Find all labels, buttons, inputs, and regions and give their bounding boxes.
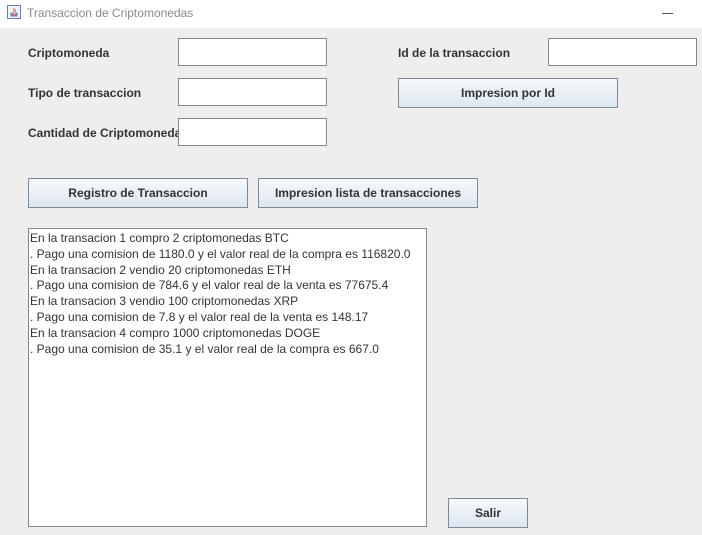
output-line: . Pago una comision de 35.1 y el valor r…: [30, 341, 379, 356]
output-line: En la transacion 1 compro 2 criptomoneda…: [30, 231, 289, 245]
salir-button[interactable]: Salir: [448, 498, 528, 528]
cantidad-criptomoneda-field[interactable]: [178, 118, 327, 146]
tipo-transaccion-label: Tipo de transaccion: [28, 86, 142, 100]
output-line: . Pago una comision de 7.8 y el valor re…: [30, 309, 369, 324]
output-line: En la transacion 3 vendio 100 criptomone…: [30, 294, 299, 309]
criptomoneda-label: Criptomoneda: [28, 46, 110, 60]
output-line: En la transacion 2 vendio 20 criptomoned…: [30, 262, 291, 277]
output-line: . Pago una comision de 1180.0 y el valor…: [30, 246, 411, 261]
criptomoneda-field[interactable]: [178, 38, 327, 66]
transactions-output-area[interactable]: En la transacion 1 compro 2 criptomoneda…: [28, 228, 427, 527]
title-bar: Transaccion de Criptomonedas: [0, 0, 702, 28]
tipo-transaccion-field[interactable]: [178, 78, 327, 106]
output-line: En la transacion 4 compro 1000 criptomon…: [30, 325, 321, 340]
java-app-icon: [7, 5, 21, 19]
cantidad-criptomoneda-label: Cantidad de Criptomoneda: [28, 126, 182, 140]
window-title: Transaccion de Criptomonedas: [27, 6, 194, 20]
id-transaccion-label: Id de la transaccion: [398, 46, 511, 60]
registro-transaccion-button[interactable]: Registro de Transaccion: [28, 178, 248, 208]
impresion-lista-button[interactable]: Impresion lista de transacciones: [258, 178, 478, 208]
id-transaccion-field[interactable]: [548, 38, 697, 66]
output-line: . Pago una comision de 784.6 y el valor …: [30, 278, 389, 293]
impresion-por-id-button[interactable]: Impresion por Id: [398, 78, 618, 108]
minimize-icon[interactable]: [660, 4, 676, 20]
